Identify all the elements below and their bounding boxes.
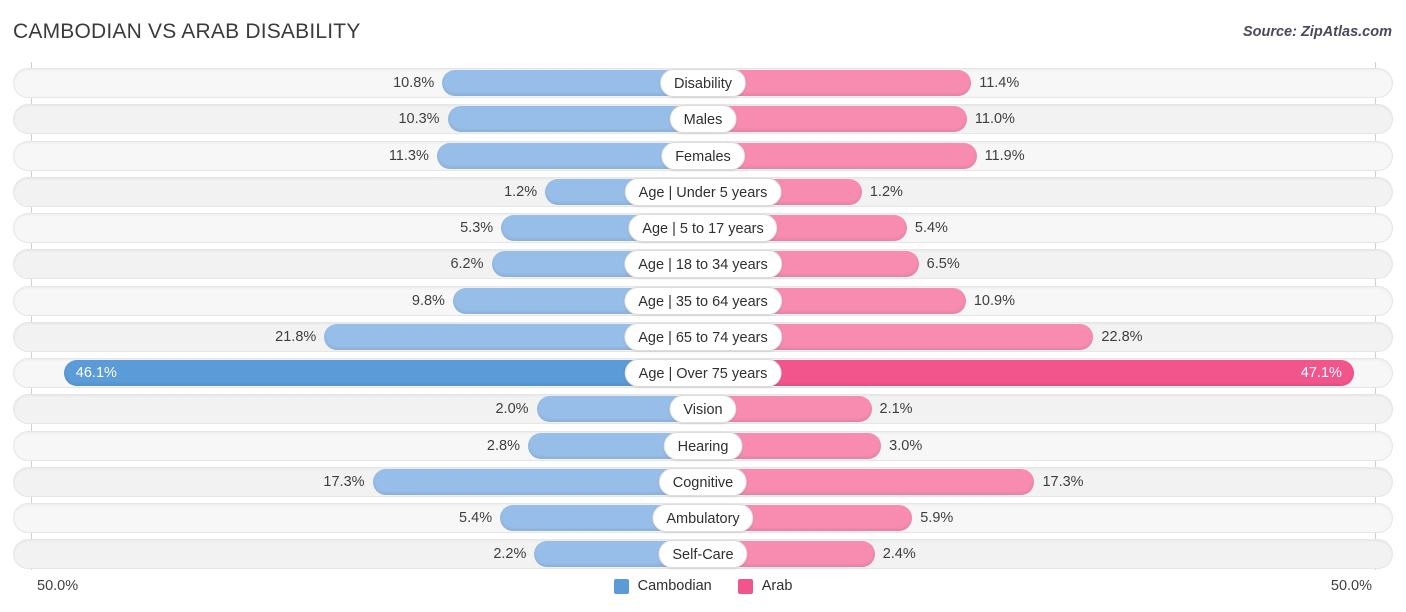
value-label-cambodian: 17.3%: [323, 473, 365, 490]
value-label-arab: 5.4%: [914, 220, 948, 236]
value-label-arab: 47.1%: [1300, 365, 1342, 381]
value-label-arab: 10.9%: [973, 292, 1015, 309]
chart-legend: Cambodian Arab: [0, 578, 1406, 594]
bar-cambodian: [372, 468, 703, 495]
table-row: 46.1% 47.1% Age | Over 75 years: [13, 358, 1393, 388]
category-label-pill: Age | Over 75 years: [624, 359, 782, 387]
value-label-arab: 11.4%: [979, 75, 1020, 91]
table-row: 10.3% 11.0% Males: [13, 104, 1393, 135]
chart-plot-area: 10.8% 11.4% Disability 10.3% 11.0% Males 11.3%…: [0, 62, 1406, 570]
value-label-cambodian: 2.0%: [495, 401, 529, 418]
table-row: 5.4% 5.9% Ambulatory: [13, 503, 1393, 533]
table-row: 2.2% 2.4% Self-Care: [13, 539, 1393, 570]
table-row: 1.2% 1.2% Age | Under 5 years: [13, 176, 1393, 207]
bar-arab: [703, 468, 1035, 495]
category-label-pill: Females: [661, 141, 745, 170]
category-label-pill: Ambulatory: [652, 504, 754, 532]
value-label-arab: 6.5%: [926, 256, 960, 273]
category-label-pill: Age | Under 5 years: [624, 177, 782, 206]
bar-arab: [703, 360, 1354, 386]
page-title: CAMBODIAN VS ARAB DISABILITY: [13, 20, 361, 43]
value-label-cambodian: 5.4%: [459, 510, 493, 526]
value-label-cambodian: 11.3%: [388, 147, 429, 164]
value-label-arab: 5.9%: [920, 510, 954, 526]
value-label-arab: 11.9%: [984, 147, 1025, 164]
value-label-cambodian: 2.2%: [493, 546, 527, 563]
category-label-pill: Disability: [659, 69, 747, 97]
bar-arab: [703, 106, 967, 133]
value-label-arab: 3.0%: [889, 437, 923, 454]
category-label-pill: Hearing: [663, 431, 743, 460]
table-row: 21.8% 22.8% Age | 65 to 74 years: [13, 321, 1393, 352]
value-label-cambodian: 10.3%: [398, 111, 440, 128]
category-label-pill: Self-Care: [658, 540, 748, 569]
legend-item-arab[interactable]: Arab: [737, 578, 793, 594]
value-label-arab: 2.4%: [882, 546, 916, 563]
legend-swatch-icon: [737, 578, 753, 594]
value-label-arab: 1.2%: [869, 183, 903, 200]
value-label-cambodian: 5.3%: [460, 220, 494, 236]
legend-label: Cambodian: [637, 578, 712, 594]
table-row: 5.3% 5.4% Age | 5 to 17 years: [13, 213, 1393, 243]
category-label-pill: Age | 35 to 64 years: [624, 286, 782, 315]
table-row: 2.8% 3.0% Hearing: [13, 430, 1393, 461]
chart-header: CAMBODIAN VS ARAB DISABILITY Source: Zip…: [0, 0, 1406, 62]
legend-swatch-icon: [613, 578, 629, 594]
value-label-arab: 22.8%: [1101, 328, 1143, 345]
category-label-pill: Age | 65 to 74 years: [624, 322, 782, 351]
category-label-pill: Cognitive: [658, 467, 748, 496]
value-label-cambodian: 6.2%: [450, 256, 484, 273]
table-row: 10.8% 11.4% Disability: [13, 68, 1393, 98]
legend-item-cambodian[interactable]: Cambodian: [613, 578, 712, 594]
bar-cambodian: [447, 106, 703, 133]
category-label-pill: Males: [669, 105, 737, 134]
legend-label: Arab: [761, 578, 793, 594]
value-label-cambodian: 2.8%: [486, 437, 520, 454]
category-label-pill: Age | 5 to 17 years: [628, 214, 778, 242]
chart-footer: 50.0% 50.0% Cambodian Arab: [0, 570, 1406, 612]
table-row: 9.8% 10.9% Age | 35 to 64 years: [13, 285, 1393, 316]
value-label-cambodian: 10.8%: [393, 75, 435, 91]
table-row: 2.0% 2.1% Vision: [13, 394, 1393, 425]
source-attribution: Source: ZipAtlas.com: [1242, 24, 1392, 40]
value-label-arab: 2.1%: [879, 401, 913, 418]
table-row: 11.3% 11.9% Females: [13, 140, 1393, 171]
table-row: 17.3% 17.3% Cognitive: [13, 466, 1393, 497]
category-label-pill: Vision: [669, 395, 737, 424]
bar-cambodian: [63, 360, 703, 386]
value-label-cambodian: 1.2%: [504, 183, 538, 200]
value-label-cambodian: 46.1%: [75, 365, 117, 381]
value-label-arab: 11.0%: [974, 111, 1015, 128]
category-label-pill: Age | 18 to 34 years: [624, 250, 782, 279]
value-label-cambodian: 21.8%: [275, 328, 317, 345]
value-label-cambodian: 9.8%: [411, 292, 445, 309]
value-label-arab: 17.3%: [1042, 473, 1084, 490]
table-row: 6.2% 6.5% Age | 18 to 34 years: [13, 249, 1393, 280]
